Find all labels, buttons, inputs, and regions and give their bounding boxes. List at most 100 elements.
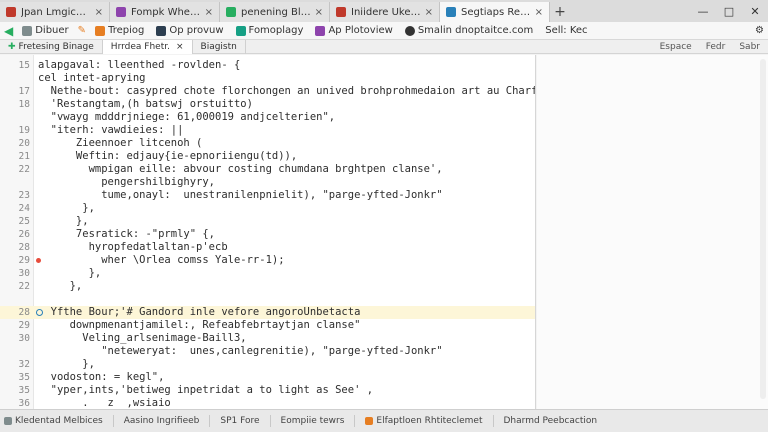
line-number: 17 <box>18 86 30 97</box>
status-item[interactable]: Kledentad Melbices <box>4 416 103 426</box>
sabr-button[interactable]: Sabr <box>739 42 760 52</box>
code-line[interactable]: cel intet-aprying <box>0 72 535 85</box>
settings-icon[interactable]: ⚙ <box>755 25 764 36</box>
status-item[interactable]: SP1 Fore <box>220 416 259 426</box>
check-icon <box>156 25 167 36</box>
browser-tab-1[interactable]: Jpan Lmgicede × <box>0 2 110 22</box>
code-line[interactable]: 15 alapgaval: lleenthed -rovlden- { <box>0 59 535 72</box>
line-number: 19 <box>18 125 30 136</box>
code-line[interactable]: 35 "yper,ints,'betiweg inpetridat a to l… <box>0 384 535 397</box>
status-item[interactable]: Aasino Ingrifieeb <box>124 416 200 426</box>
fedr-button[interactable]: Fedr <box>706 42 726 52</box>
back-icon[interactable]: ◀ <box>4 24 13 38</box>
code-line[interactable]: 30 Veling_arlsenimage-Baill3, <box>0 332 535 345</box>
toolbar-item-label: Smalin dnoptaitce.com <box>417 25 534 36</box>
line-number: 22 <box>18 281 30 292</box>
code-line[interactable]: 36 . z ,wsiaio <box>0 397 535 409</box>
code-line[interactable]: 26 7esratick: -"prmly" {, <box>0 228 535 241</box>
code-line[interactable]: 18 'Restangtam,(h batswj orstuitto) <box>0 98 535 111</box>
status-divider <box>354 415 356 427</box>
code-text: }, <box>38 280 83 292</box>
code-icon: ✚ <box>8 41 16 52</box>
close-icon[interactable]: × <box>205 7 213 18</box>
code-line[interactable]: 30 }, <box>0 267 535 280</box>
editor-tab-active[interactable]: Hrrdea Fhetr. × <box>102 39 193 54</box>
tab-favicon-icon <box>446 7 456 17</box>
status-divider <box>492 415 494 427</box>
code-line[interactable] <box>0 293 535 306</box>
toolbar-item-label: Trepiog <box>108 25 145 36</box>
code-line[interactable]: 28 hyropfedatlaltan-p'ecb <box>0 241 535 254</box>
chart-icon <box>315 25 326 36</box>
code-line[interactable]: 19 "iterh: vawdieies: || <box>0 124 535 137</box>
code-line[interactable]: 22 }, <box>0 280 535 293</box>
toolbar-item-fomoplagy[interactable]: Fomoplagy <box>233 25 307 36</box>
status-label: Elfaptloen Rhtiteclemet <box>376 416 483 426</box>
breakpoint-icon[interactable] <box>36 258 41 263</box>
close-icon[interactable]: × <box>176 42 184 52</box>
editor-tab-fretesing[interactable]: ✚ Fretesing Binage <box>0 39 103 54</box>
editor-tab-label: Biagistn <box>200 41 237 52</box>
close-icon[interactable]: × <box>315 7 323 18</box>
toolbar-item-sell[interactable]: Sell: Kec <box>542 25 590 36</box>
status-item[interactable]: Elfaptloen Rhtiteclemet <box>365 416 483 426</box>
code-text: Veling_arlsenimage-Baill3, <box>38 332 247 344</box>
browser-tab-5[interactable]: Segtiaps Reectioom × <box>440 2 550 22</box>
toolbar-item-preview[interactable]: Op provuw <box>153 25 226 36</box>
code-line[interactable]: 23 tume,onayl: unestranilenpnielit), "pa… <box>0 189 535 202</box>
tab-label: Segtiaps Reectioom <box>461 6 531 18</box>
line-number: 28 <box>18 242 30 253</box>
editor-tab-biagistn[interactable]: Biagistn <box>193 39 246 54</box>
line-number: 29 <box>18 320 30 331</box>
code-line[interactable]: 35 vodoston: = kegl", <box>0 371 535 384</box>
toolbar-item-trepiog[interactable]: Trepiog <box>92 25 147 36</box>
code-text: "iterh: vawdieies: || <box>38 124 184 136</box>
line-number: 26 <box>18 229 30 240</box>
close-window-icon[interactable]: ✕ <box>742 5 768 18</box>
box-icon <box>4 417 12 425</box>
code-line[interactable]: 17 Nethe-bout: casypred chote florchonge… <box>0 85 535 98</box>
espace-button[interactable]: Espace <box>660 42 692 52</box>
code-line[interactable]: 29 downpmenantjamilel:, Refeabfebrtaytja… <box>0 319 535 332</box>
toolbar-item-site[interactable]: Smalin dnoptaitce.com <box>402 25 536 36</box>
subbar-right-controls: Espace Fedr Sabr <box>660 42 768 52</box>
code-line[interactable]: 32 }, <box>0 358 535 371</box>
code-line[interactable]: 25 }, <box>0 215 535 228</box>
minimize-icon[interactable]: — <box>690 5 716 18</box>
scrollbar[interactable] <box>760 59 766 399</box>
maximize-icon[interactable]: □ <box>716 5 742 18</box>
tab-favicon-icon <box>336 7 346 17</box>
code-line[interactable]: "vwayg mdddrjniege: 61,000019 andjcelter… <box>0 111 535 124</box>
grid-icon <box>235 25 246 36</box>
status-item[interactable]: Dharmd Peebcaction <box>504 416 598 426</box>
close-icon[interactable]: × <box>425 7 433 18</box>
status-divider <box>269 415 271 427</box>
browser-tab-4[interactable]: Iniidere Ukemilebicu × <box>330 2 440 22</box>
code-line[interactable]: 24 }, <box>0 202 535 215</box>
window-controls: — □ ✕ <box>690 0 768 22</box>
code-line[interactable]: pengershilbighyry, <box>0 176 535 189</box>
toolbar-item-label: Ap Plotoview <box>328 25 393 36</box>
code-line[interactable]: 22 wmpigan eille: abvour costing chumdan… <box>0 163 535 176</box>
toolbar-item-plotoview[interactable]: Ap Plotoview <box>312 25 395 36</box>
pin-icon[interactable]: ✎ <box>78 25 86 36</box>
code-text: cel intet-aprying <box>38 72 146 84</box>
new-tab-button[interactable]: + <box>550 2 570 22</box>
toolbar-item-debugger[interactable]: Dibuer <box>19 25 71 36</box>
code-text: 'Restangtam,(h batswj orstuitto) <box>38 98 253 110</box>
code-line[interactable]: "neteweryat: unes,canlegrenitie), "parge… <box>0 345 535 358</box>
code-line[interactable]: 29 wher \Orlea comss Yale-rr-1); <box>0 254 535 267</box>
code-editor[interactable]: 15 alapgaval: lleenthed -rovlden- {cel in… <box>0 55 536 409</box>
close-icon[interactable]: × <box>95 7 103 18</box>
browser-tab-3[interactable]: penening Blehedsapon × <box>220 2 330 22</box>
code-line[interactable]: 20 Zieennoer litcenoh ( <box>0 137 535 150</box>
status-item[interactable]: Eompiie tewrs <box>281 416 345 426</box>
code-text: wmpigan eille: abvour costing chumdana b… <box>38 163 443 175</box>
close-icon[interactable]: × <box>535 7 543 18</box>
tab-label: Jpan Lmgicede <box>21 6 91 18</box>
code-line[interactable]: 21 Weftin: edjauy{ie-epnoriiengu(td)), <box>0 150 535 163</box>
code-line[interactable]: 28 Yfthe Bour;'# Gandord inle vefore ang… <box>0 306 535 319</box>
info-icon[interactable] <box>36 309 43 316</box>
browser-tab-2[interactable]: Fompk Whelidco × <box>110 2 220 22</box>
line-number: 18 <box>18 99 30 110</box>
